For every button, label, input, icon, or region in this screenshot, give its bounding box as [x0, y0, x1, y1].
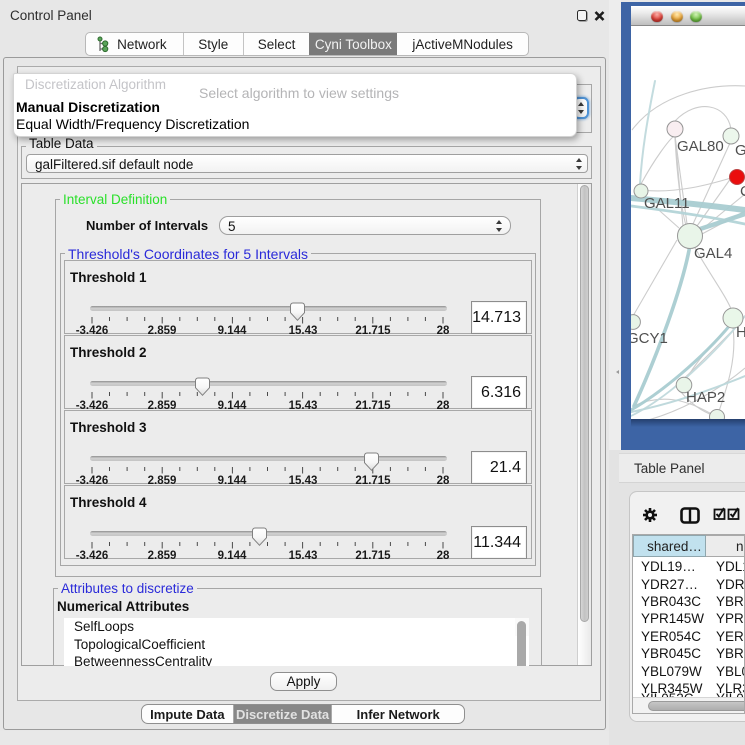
- svg-text:GAL11: GAL11: [644, 195, 690, 212]
- svg-text:GCY1: GCY1: [631, 330, 668, 347]
- svg-text:HAP2: HAP2: [686, 389, 725, 406]
- svg-text:H: H: [736, 324, 745, 341]
- svg-text:C: C: [740, 183, 745, 200]
- svg-text:GAL4: GAL4: [694, 245, 732, 262]
- svg-text:GAL80: GAL80: [677, 138, 724, 155]
- svg-text:GA: GA: [735, 142, 745, 159]
